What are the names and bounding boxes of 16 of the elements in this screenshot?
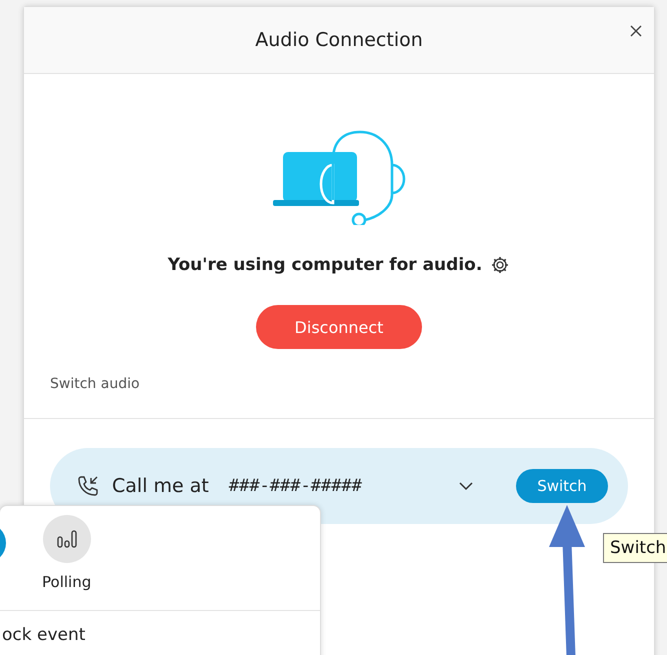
polling-button[interactable] — [42, 515, 91, 563]
disconnect-button[interactable]: Disconnect — [256, 305, 422, 349]
status-text: You're using computer for audio. — [168, 255, 482, 275]
bar-chart-icon — [56, 528, 78, 550]
dialog-title: Audio Connection — [255, 29, 423, 51]
polling-label: Polling — [42, 573, 92, 591]
menu-item[interactable]: ock event — [2, 625, 86, 645]
section-label: Switch audio — [50, 376, 140, 392]
settings-icon[interactable] — [490, 255, 510, 275]
close-button[interactable] — [628, 23, 644, 39]
phone-icon — [76, 474, 100, 498]
close-icon — [630, 25, 642, 37]
tooltip: Switch — [603, 533, 667, 563]
option-label: Call me at — [112, 475, 209, 497]
phone-number: ###-###-##### — [228, 476, 362, 496]
caret-icon[interactable] — [458, 481, 474, 491]
